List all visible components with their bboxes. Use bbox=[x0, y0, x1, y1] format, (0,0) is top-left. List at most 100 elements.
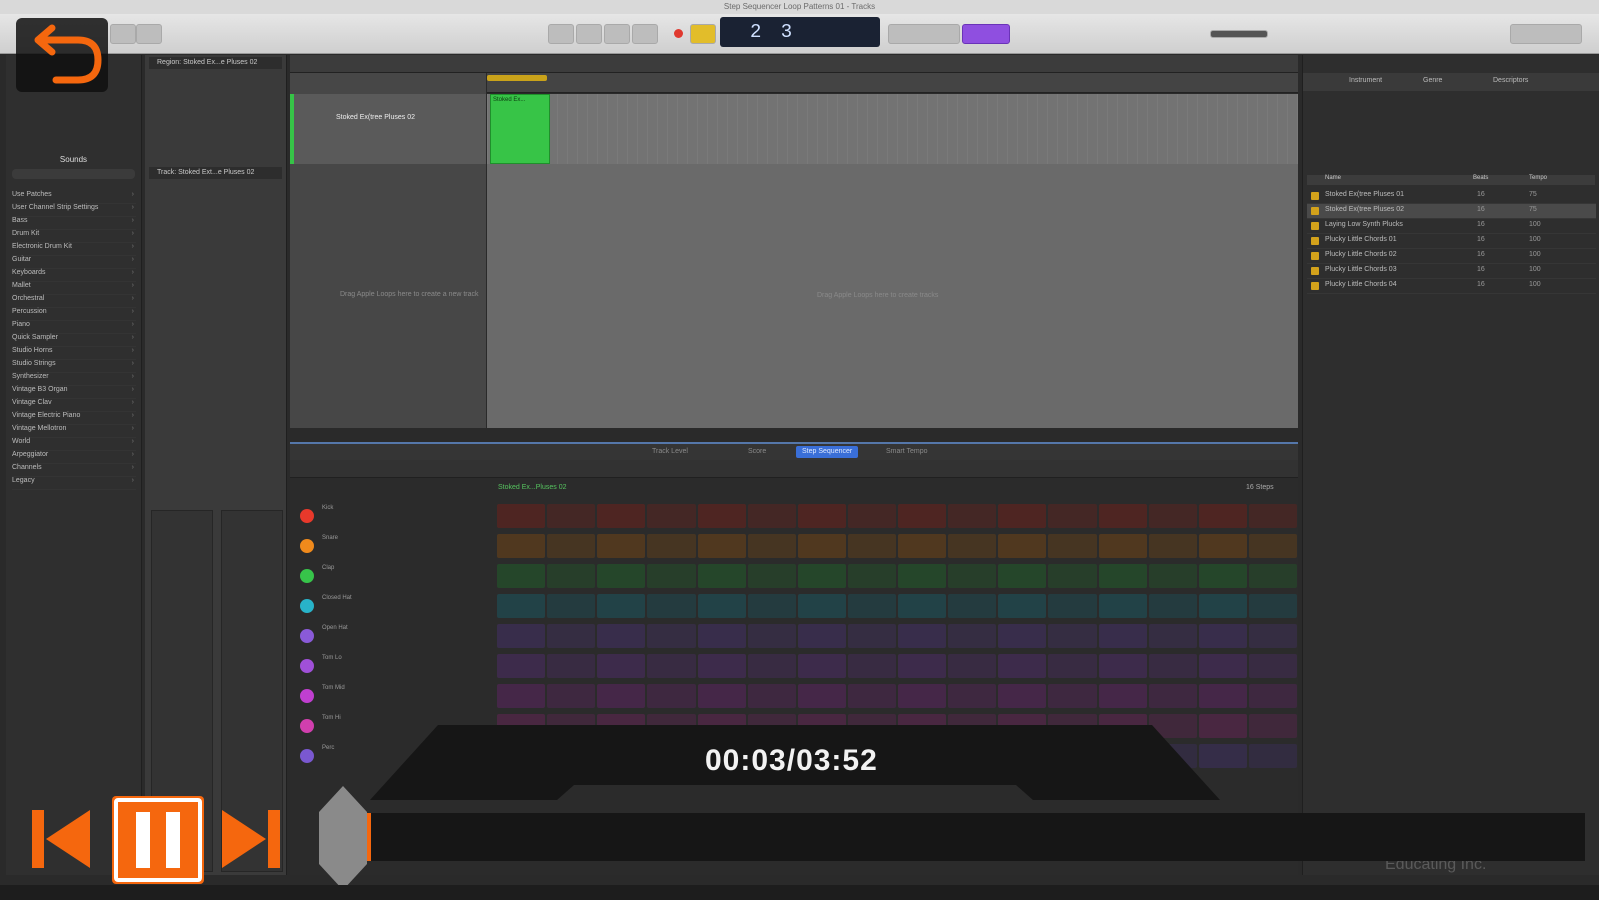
column-beats[interactable]: Beats bbox=[1473, 175, 1488, 181]
step-cell[interactable] bbox=[998, 684, 1047, 708]
step-cell[interactable] bbox=[1248, 624, 1297, 648]
row-color-icon[interactable] bbox=[300, 599, 314, 613]
row-color-icon[interactable] bbox=[300, 569, 314, 583]
view-buttons[interactable] bbox=[1510, 24, 1582, 44]
library-item[interactable]: User Channel Strip Settings bbox=[12, 204, 136, 217]
library-item[interactable]: Legacy bbox=[12, 477, 136, 490]
library-item[interactable]: Guitar bbox=[12, 256, 136, 269]
sequencer-row-header[interactable]: Tom Lo bbox=[292, 652, 488, 680]
library-item[interactable]: Studio Strings bbox=[12, 360, 136, 373]
sequencer-row-header[interactable]: Closed Hat bbox=[292, 592, 488, 620]
step-cell[interactable] bbox=[847, 624, 896, 648]
editor-tab[interactable]: Step Sequencer bbox=[796, 446, 859, 458]
step-cell[interactable] bbox=[1148, 684, 1197, 708]
step-cell[interactable] bbox=[847, 594, 896, 618]
step-cell[interactable] bbox=[1148, 534, 1197, 558]
step-cell[interactable] bbox=[1148, 624, 1197, 648]
step-cell[interactable] bbox=[647, 504, 696, 528]
previous-button[interactable] bbox=[24, 796, 98, 884]
library-item[interactable]: Piano bbox=[12, 321, 136, 334]
step-cell[interactable] bbox=[1198, 714, 1247, 738]
step-cell[interactable] bbox=[647, 684, 696, 708]
step-cell[interactable] bbox=[1098, 534, 1147, 558]
step-cell[interactable] bbox=[597, 684, 646, 708]
step-cell[interactable] bbox=[697, 654, 746, 678]
step-cell[interactable] bbox=[697, 624, 746, 648]
library-item[interactable]: Synthesizer bbox=[12, 373, 136, 386]
step-cell[interactable] bbox=[1248, 744, 1297, 768]
step-cell[interactable] bbox=[697, 594, 746, 618]
steps-count[interactable]: 16 Steps bbox=[1246, 484, 1274, 491]
library-item[interactable]: Use Patches bbox=[12, 191, 136, 204]
cycle-button[interactable] bbox=[690, 24, 716, 44]
step-cell[interactable] bbox=[747, 594, 796, 618]
step-cell[interactable] bbox=[497, 624, 546, 648]
step-cell[interactable] bbox=[998, 564, 1047, 588]
loop-row[interactable]: Plucky Little Chords 01 16 100 bbox=[1307, 234, 1596, 249]
master-volume-slider[interactable] bbox=[1210, 30, 1268, 38]
step-cell[interactable] bbox=[697, 504, 746, 528]
step-cell[interactable] bbox=[1148, 594, 1197, 618]
step-cell[interactable] bbox=[847, 654, 896, 678]
library-item[interactable]: Vintage Electric Piano bbox=[12, 412, 136, 425]
pause-button[interactable] bbox=[112, 796, 204, 884]
library-item[interactable]: Bass bbox=[12, 217, 136, 230]
step-cell[interactable] bbox=[1198, 594, 1247, 618]
library-item[interactable]: Mallet bbox=[12, 282, 136, 295]
library-item[interactable]: Orchestral bbox=[12, 295, 136, 308]
row-color-icon[interactable] bbox=[300, 689, 314, 703]
tuner-button[interactable] bbox=[888, 24, 960, 44]
row-color-icon[interactable] bbox=[300, 539, 314, 553]
step-cell[interactable] bbox=[597, 504, 646, 528]
row-color-icon[interactable] bbox=[300, 509, 314, 523]
step-cell[interactable] bbox=[1198, 504, 1247, 528]
step-cell[interactable] bbox=[948, 534, 997, 558]
step-cell[interactable] bbox=[547, 684, 596, 708]
step-cell[interactable] bbox=[1248, 684, 1297, 708]
lcd-display[interactable]: 2 3 bbox=[720, 17, 880, 47]
step-cell[interactable] bbox=[1148, 564, 1197, 588]
stop-button[interactable] bbox=[604, 24, 630, 44]
editor-tab[interactable]: Track Level bbox=[646, 446, 694, 458]
step-cell[interactable] bbox=[998, 534, 1047, 558]
step-cell[interactable] bbox=[998, 594, 1047, 618]
step-cell[interactable] bbox=[1048, 684, 1097, 708]
row-color-icon[interactable] bbox=[300, 749, 314, 763]
sequencer-row-header[interactable]: Kick bbox=[292, 502, 488, 530]
library-search-input[interactable] bbox=[12, 169, 135, 179]
step-cell[interactable] bbox=[597, 654, 646, 678]
seek-thumb[interactable] bbox=[319, 786, 367, 890]
step-cell[interactable] bbox=[948, 564, 997, 588]
step-cell[interactable] bbox=[597, 594, 646, 618]
step-cell[interactable] bbox=[1048, 654, 1097, 678]
step-cell[interactable] bbox=[497, 564, 546, 588]
sequencer-row-header[interactable]: Tom Mid bbox=[292, 682, 488, 710]
row-color-icon[interactable] bbox=[300, 629, 314, 643]
step-cell[interactable] bbox=[1048, 564, 1097, 588]
step-cell[interactable] bbox=[1048, 534, 1097, 558]
step-cell[interactable] bbox=[797, 504, 846, 528]
step-cell[interactable] bbox=[1248, 654, 1297, 678]
column-name[interactable]: Name bbox=[1325, 175, 1341, 181]
step-cell[interactable] bbox=[898, 624, 947, 648]
step-cell[interactable] bbox=[697, 684, 746, 708]
loop-row[interactable]: Plucky Little Chords 02 16 100 bbox=[1307, 249, 1596, 264]
library-item[interactable]: Vintage Mellotron bbox=[12, 425, 136, 438]
track-header[interactable]: Stoked Ex(tree Pluses 02 bbox=[290, 94, 486, 164]
play-button[interactable] bbox=[632, 24, 658, 44]
step-cell[interactable] bbox=[797, 594, 846, 618]
rewind-button[interactable] bbox=[548, 24, 574, 44]
step-cell[interactable] bbox=[747, 564, 796, 588]
loop-row[interactable]: Plucky Little Chords 03 16 100 bbox=[1307, 264, 1596, 279]
row-color-icon[interactable] bbox=[300, 719, 314, 733]
step-cell[interactable] bbox=[1098, 594, 1147, 618]
step-cell[interactable] bbox=[1198, 534, 1247, 558]
step-cell[interactable] bbox=[898, 684, 947, 708]
bar-ruler[interactable] bbox=[487, 73, 1298, 93]
step-cell[interactable] bbox=[898, 594, 947, 618]
library-item[interactable]: Channels bbox=[12, 464, 136, 477]
step-cell[interactable] bbox=[1098, 654, 1147, 678]
step-cell[interactable] bbox=[497, 654, 546, 678]
step-cell[interactable] bbox=[1248, 594, 1297, 618]
step-cell[interactable] bbox=[797, 684, 846, 708]
